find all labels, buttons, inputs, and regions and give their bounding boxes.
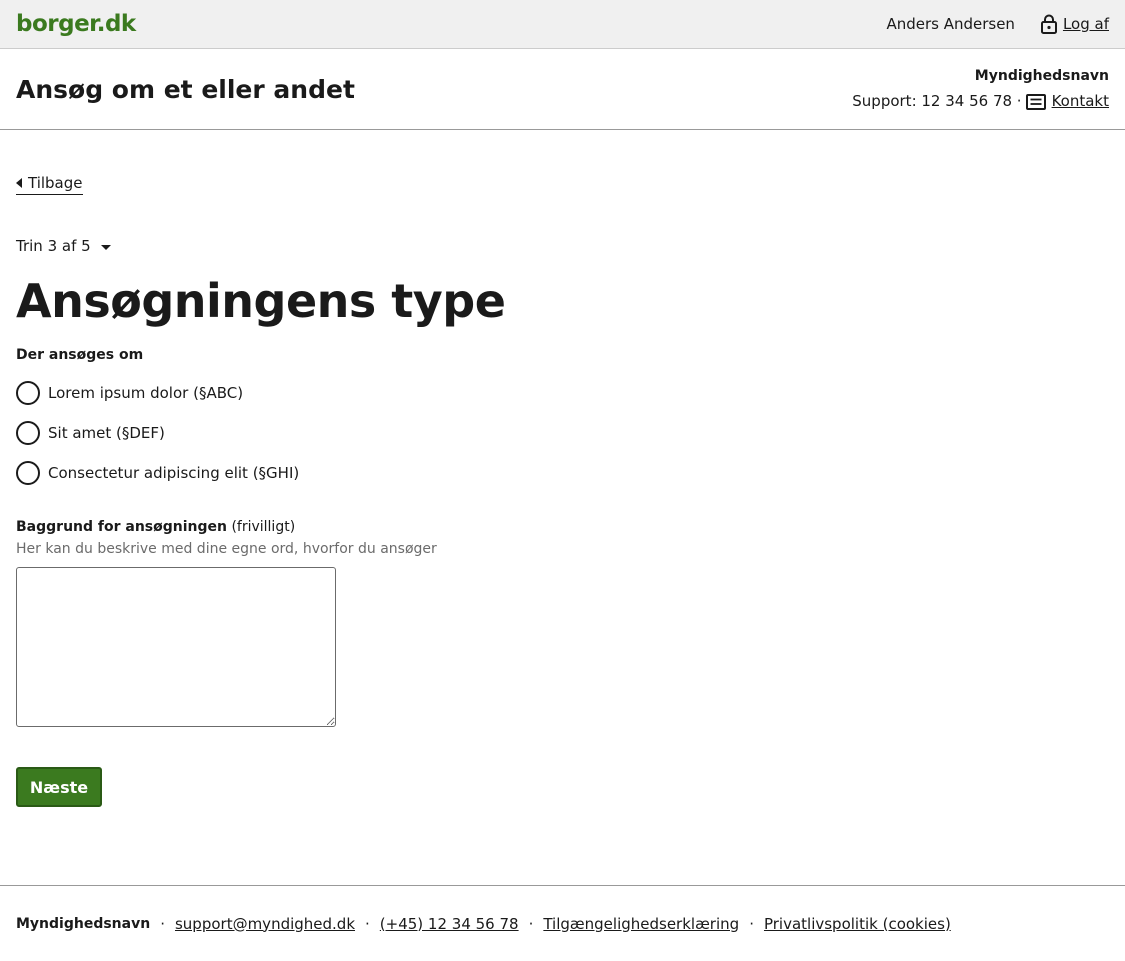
footer-accessibility-link[interactable]: Tilgængelighedserklæring bbox=[543, 915, 739, 933]
radio-group: Lorem ipsum dolor (§ABC) Sit amet (§DEF)… bbox=[16, 373, 1109, 493]
back-label: Tilbage bbox=[28, 174, 83, 192]
radio-label: Sit amet (§DEF) bbox=[48, 424, 165, 442]
topbar-user-area: Anders Andersen Log af bbox=[886, 14, 1109, 34]
back-link[interactable]: Tilbage bbox=[16, 174, 83, 195]
step-label: Trin 3 af 5 bbox=[16, 237, 91, 255]
textarea-optional: (frivilligt) bbox=[231, 519, 296, 535]
authority-name: Myndighedsnavn bbox=[974, 68, 1109, 84]
footer-separator: · bbox=[749, 914, 754, 933]
contact-link[interactable]: Kontakt bbox=[1025, 89, 1109, 114]
contact-label: Kontakt bbox=[1051, 92, 1109, 110]
textarea-hint: Her kan du beskrive med dine egne ord, h… bbox=[16, 541, 437, 557]
app-title: Ansøg om et eller andet bbox=[16, 74, 355, 104]
support-line: Support: 12 34 56 78 · Kontakt bbox=[852, 89, 1109, 114]
textarea-label: Baggrund for ansøgningen (frivilligt) bbox=[16, 519, 1109, 535]
footer-email-link[interactable]: support@myndighed.dk bbox=[175, 915, 355, 933]
footer-authority: Myndighedsnavn bbox=[16, 915, 151, 932]
footer-privacy-link[interactable]: Privatlivspolitik (cookies) bbox=[764, 915, 951, 933]
lock-icon bbox=[1040, 14, 1057, 34]
radio-label: Consectetur adipiscing elit (§GHI) bbox=[48, 464, 300, 482]
site-logo[interactable]: borger.dk bbox=[16, 11, 136, 37]
footer-separator: · bbox=[160, 914, 165, 933]
textarea-label-main: Baggrund for ansøgningen bbox=[16, 519, 227, 535]
message-icon bbox=[1025, 93, 1046, 110]
footer-separator: · bbox=[365, 914, 370, 933]
footer: Myndighedsnavn · support@myndighed.dk · … bbox=[0, 885, 1125, 961]
app-header: Ansøg om et eller andet Myndighedsnavn S… bbox=[0, 49, 1125, 130]
step-indicator[interactable]: Trin 3 af 5 bbox=[16, 237, 1109, 255]
radio-option-ghi[interactable]: Consectetur adipiscing elit (§GHI) bbox=[16, 453, 1109, 493]
caret-down-icon bbox=[100, 244, 111, 250]
support-text: Support: 12 34 56 78 · bbox=[852, 92, 1022, 110]
fieldset-legend: Der ansøges om bbox=[16, 347, 144, 363]
footer-phone-link[interactable]: (+45) 12 34 56 78 bbox=[380, 915, 519, 933]
main-content: Tilbage Trin 3 af 5 Ansøgningens type De… bbox=[0, 130, 1125, 807]
logout-label: Log af bbox=[1062, 15, 1109, 33]
logout-link[interactable]: Log af bbox=[1040, 14, 1109, 34]
radio-label: Lorem ipsum dolor (§ABC) bbox=[48, 384, 244, 402]
header-contact-area: Myndighedsnavn Support: 12 34 56 78 · Ko… bbox=[852, 64, 1109, 114]
radio-button[interactable] bbox=[16, 381, 40, 405]
caret-left-icon bbox=[16, 178, 22, 188]
radio-button[interactable] bbox=[16, 421, 40, 445]
page-title: Ansøgningens type bbox=[16, 274, 506, 328]
background-textarea[interactable] bbox=[16, 567, 336, 727]
top-bar: borger.dk Anders Andersen Log af bbox=[0, 0, 1125, 49]
user-name: Anders Andersen bbox=[886, 15, 1015, 33]
radio-button[interactable] bbox=[16, 461, 40, 485]
next-button[interactable]: Næste bbox=[16, 767, 102, 807]
radio-option-abc[interactable]: Lorem ipsum dolor (§ABC) bbox=[16, 373, 1109, 413]
radio-option-def[interactable]: Sit amet (§DEF) bbox=[16, 413, 1109, 453]
footer-separator: · bbox=[528, 914, 534, 933]
